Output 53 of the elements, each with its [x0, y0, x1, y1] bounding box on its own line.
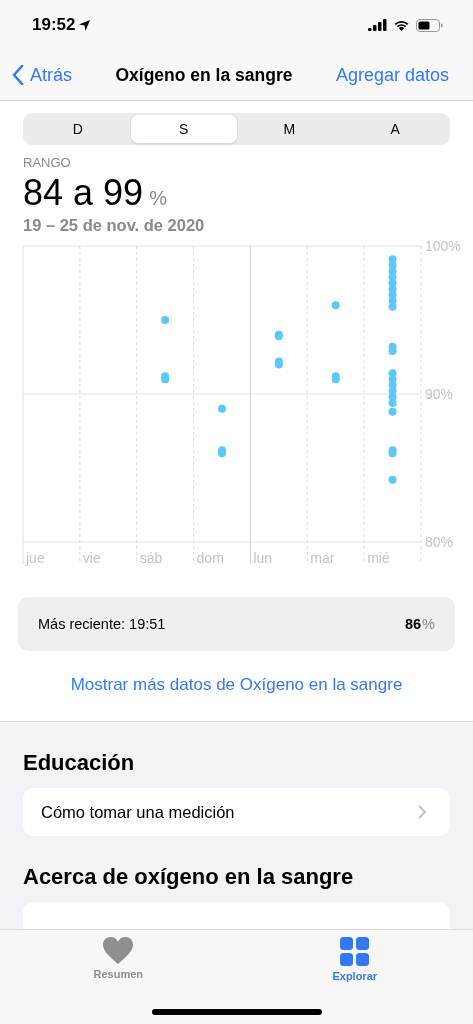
data-point [388, 407, 397, 416]
location-icon [79, 19, 91, 31]
axis-label: vie [81, 549, 102, 568]
data-point [388, 398, 397, 407]
chevron-left-icon [12, 65, 24, 85]
segment-tab[interactable]: M [236, 115, 343, 143]
axis-label: dom [195, 549, 225, 568]
data-point [388, 475, 397, 484]
chevron-right-icon [418, 805, 426, 819]
data-point [388, 449, 397, 458]
section-title: Educación [23, 750, 136, 776]
add-data-button[interactable]: Agregar datos [335, 64, 449, 86]
data-point [388, 302, 397, 311]
axis-label: 100% [425, 239, 461, 254]
data-point [388, 290, 397, 299]
wifi-icon [393, 19, 410, 31]
heart-icon [103, 937, 134, 964]
unit-label: % [149, 187, 167, 210]
axis-label: mié [366, 549, 391, 568]
range-caption: RANGO [23, 155, 72, 170]
status-time: 19:52 [32, 15, 76, 35]
axis-label: jue [24, 549, 46, 568]
data-point [218, 404, 226, 413]
more-data-link[interactable]: Mostrar más datos de Oxígeno en la sangre [23, 651, 450, 721]
axis-label: lun [252, 549, 274, 568]
range-value: 84 a 99 [23, 172, 144, 214]
list-row[interactable]: Cómo tomar una medición [23, 788, 450, 836]
nav-title: Oxígeno en la sangre [115, 64, 293, 86]
data-point [388, 347, 397, 356]
data-point [331, 301, 340, 310]
data-point [274, 360, 283, 369]
data-point [331, 375, 340, 384]
signal-icon [368, 19, 387, 31]
data-point [388, 296, 397, 305]
date-range: 19 – 25 de nov. de 2020 [23, 216, 206, 235]
battery-icon [416, 18, 443, 32]
data-point [161, 375, 170, 384]
unit-label: % [422, 616, 435, 632]
data-point [161, 316, 170, 324]
segment-tab[interactable]: S [130, 115, 237, 143]
section-title: Acerca de oxígeno en la sangre [23, 864, 355, 890]
data-point [388, 284, 397, 293]
tab-bar-item[interactable]: Explorar [236, 930, 473, 983]
axis-label: 80% [425, 534, 454, 550]
back-button[interactable]: Atrás [12, 64, 72, 86]
axis-label: mar [309, 549, 336, 568]
latest-value: 86 [404, 616, 422, 632]
segment-tab[interactable]: A [342, 115, 448, 143]
grid-icon [340, 937, 370, 966]
axis-label: sáb [138, 549, 164, 568]
segment-tab[interactable]: D [25, 115, 131, 143]
axis-label: 90% [425, 386, 454, 402]
latest-label: Más reciente: 19:51 [38, 616, 166, 632]
